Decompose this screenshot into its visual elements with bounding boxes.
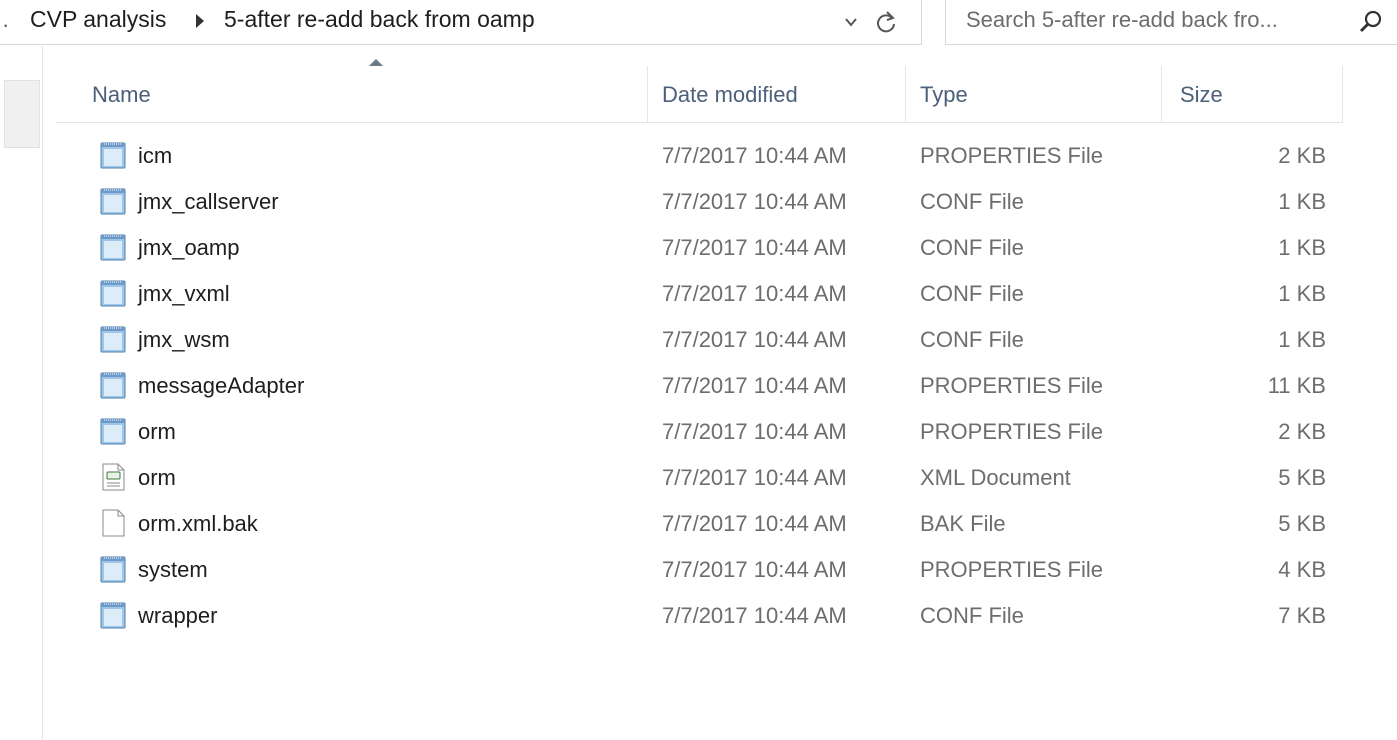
- file-date-modified: 7/7/2017 10:44 AM: [662, 327, 847, 352]
- file-name: jmx_wsm: [138, 327, 230, 352]
- text-file-icon: [98, 600, 128, 630]
- text-file-icon: [98, 416, 128, 446]
- file-date-modified: 7/7/2017 10:44 AM: [662, 465, 847, 490]
- file-name: messageAdapter: [138, 373, 305, 398]
- file-row[interactable]: jmx_wsm 7/7/2017 10:44 AM CONF File 1 KB: [56, 318, 1343, 364]
- file-name: jmx_vxml: [138, 281, 230, 306]
- breadcrumb-chevron-icon[interactable]: [196, 14, 204, 28]
- file-name: system: [138, 557, 208, 582]
- text-file-icon: [98, 186, 128, 216]
- file-list: icm 7/7/2017 10:44 AM PROPERTIES File 2 KB j…: [56, 134, 1343, 640]
- file-date-modified: 7/7/2017 10:44 AM: [662, 557, 847, 582]
- column-header-date[interactable]: Date modified: [648, 66, 906, 122]
- file-date-modified: 7/7/2017 10:44 AM: [662, 281, 847, 306]
- text-file-icon: [98, 140, 128, 170]
- file-size: 1 KB: [1278, 189, 1326, 214]
- file-size: 7 KB: [1278, 603, 1326, 628]
- file-name: jmx_callserver: [138, 189, 279, 214]
- search-box[interactable]: Search 5-after re-add back fro...: [945, 0, 1397, 45]
- breadcrumb-overflow[interactable]: ·: [2, 12, 9, 38]
- file-name: orm.xml.bak: [138, 511, 258, 536]
- file-row[interactable]: jmx_vxml 7/7/2017 10:44 AM CONF File 1 KB: [56, 272, 1343, 318]
- file-name: orm: [138, 419, 176, 444]
- refresh-icon[interactable]: [873, 9, 899, 35]
- column-header-size[interactable]: Size: [1162, 66, 1343, 122]
- file-type: PROPERTIES File: [920, 419, 1103, 444]
- file-date-modified: 7/7/2017 10:44 AM: [662, 603, 847, 628]
- address-bar[interactable]: · CVP analysis 5-after re-add back from …: [0, 0, 922, 45]
- column-label-name: Name: [92, 82, 151, 107]
- file-type: XML Document: [920, 465, 1071, 490]
- column-header-row: Name Date modified Type Size: [56, 59, 1343, 123]
- search-input[interactable]: Search 5-after re-add back fro...: [966, 7, 1278, 33]
- file-row[interactable]: orm.xml.bak 7/7/2017 10:44 AM BAK File 5 KB: [56, 502, 1343, 548]
- file-name: orm: [138, 465, 176, 490]
- file-size: 1 KB: [1278, 327, 1326, 352]
- file-type: CONF File: [920, 327, 1024, 352]
- file-row[interactable]: orm 7/7/2017 10:44 AM XML Document 5 KB: [56, 456, 1343, 502]
- file-date-modified: 7/7/2017 10:44 AM: [662, 511, 847, 536]
- file-size: 1 KB: [1278, 235, 1326, 260]
- file-size: 5 KB: [1278, 465, 1326, 490]
- text-file-icon: [98, 370, 128, 400]
- column-label-date: Date modified: [662, 82, 798, 107]
- blank-file-icon: [98, 508, 128, 538]
- file-row[interactable]: wrapper 7/7/2017 10:44 AM CONF File 7 KB: [56, 594, 1343, 640]
- file-type: PROPERTIES File: [920, 373, 1103, 398]
- file-name: jmx_oamp: [138, 235, 240, 260]
- file-type: BAK File: [920, 511, 1006, 536]
- column-label-size: Size: [1180, 82, 1223, 107]
- file-type: CONF File: [920, 281, 1024, 306]
- column-label-type: Type: [920, 82, 968, 107]
- file-date-modified: 7/7/2017 10:44 AM: [662, 143, 847, 168]
- file-type: PROPERTIES File: [920, 143, 1103, 168]
- file-name: wrapper: [138, 603, 218, 628]
- file-date-modified: 7/7/2017 10:44 AM: [662, 189, 847, 214]
- file-size: 5 KB: [1278, 511, 1326, 536]
- breadcrumb-item-cvp-analysis[interactable]: CVP analysis: [30, 6, 166, 33]
- file-row[interactable]: jmx_callserver 7/7/2017 10:44 AM CONF File…: [56, 180, 1343, 226]
- file-size: 2 KB: [1278, 143, 1326, 168]
- file-size: 4 KB: [1278, 557, 1326, 582]
- text-file-icon: [98, 278, 128, 308]
- file-type: CONF File: [920, 235, 1024, 260]
- file-row[interactable]: orm 7/7/2017 10:44 AM PROPERTIES File 2 KB: [56, 410, 1343, 456]
- column-header-type[interactable]: Type: [906, 66, 1162, 122]
- xml-file-icon: [98, 462, 128, 492]
- text-file-icon: [98, 324, 128, 354]
- file-type: CONF File: [920, 603, 1024, 628]
- file-row[interactable]: icm 7/7/2017 10:44 AM PROPERTIES File 2 KB: [56, 134, 1343, 180]
- text-file-icon: [98, 554, 128, 584]
- sort-ascending-icon: [369, 59, 383, 66]
- text-file-icon: [98, 232, 128, 262]
- file-size: 2 KB: [1278, 419, 1326, 444]
- file-size: 11 KB: [1267, 373, 1326, 398]
- file-date-modified: 7/7/2017 10:44 AM: [662, 373, 847, 398]
- chevron-down-icon[interactable]: [843, 14, 859, 30]
- file-date-modified: 7/7/2017 10:44 AM: [662, 235, 847, 260]
- file-type: CONF File: [920, 189, 1024, 214]
- navigation-pane[interactable]: [0, 46, 43, 740]
- file-date-modified: 7/7/2017 10:44 AM: [662, 419, 847, 444]
- file-row[interactable]: messageAdapter 7/7/2017 10:44 AM PROPERTIE…: [56, 364, 1343, 410]
- file-row[interactable]: jmx_oamp 7/7/2017 10:44 AM CONF File 1 KB: [56, 226, 1343, 272]
- breadcrumb-item-current-folder[interactable]: 5-after re-add back from oamp: [224, 6, 535, 33]
- column-header-name[interactable]: Name: [56, 59, 648, 122]
- file-row[interactable]: system 7/7/2017 10:44 AM PROPERTIES File 4 …: [56, 548, 1343, 594]
- file-type: PROPERTIES File: [920, 557, 1103, 582]
- file-name: icm: [138, 143, 173, 168]
- navigation-scroll-thumb[interactable]: [4, 80, 40, 148]
- file-size: 1 KB: [1278, 281, 1326, 306]
- search-icon[interactable]: [1357, 8, 1385, 36]
